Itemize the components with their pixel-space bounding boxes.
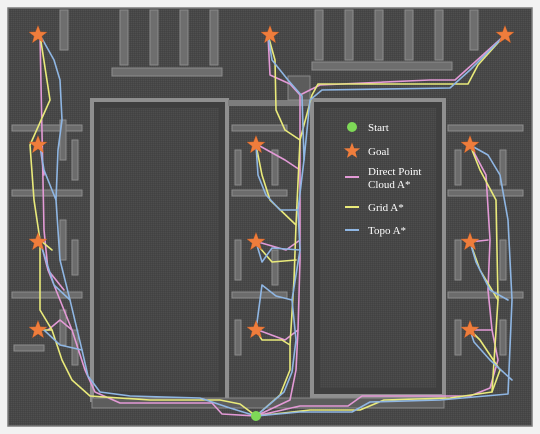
legend-direct-label-line2: Cloud A*: [368, 179, 410, 191]
legend-goal-label: Goal: [368, 146, 389, 158]
start-marker: [251, 411, 261, 421]
legend-topo-label: Topo A*: [368, 225, 406, 237]
legend-direct-label-line1: Direct Point: [368, 166, 421, 178]
legend-start-icon: [347, 122, 357, 132]
legend-start-label: Start: [368, 122, 389, 134]
legend-grid-label: Grid A*: [368, 202, 404, 214]
path-planning-map: Start Goal Direct Point Cloud A* Grid A*…: [7, 7, 533, 427]
